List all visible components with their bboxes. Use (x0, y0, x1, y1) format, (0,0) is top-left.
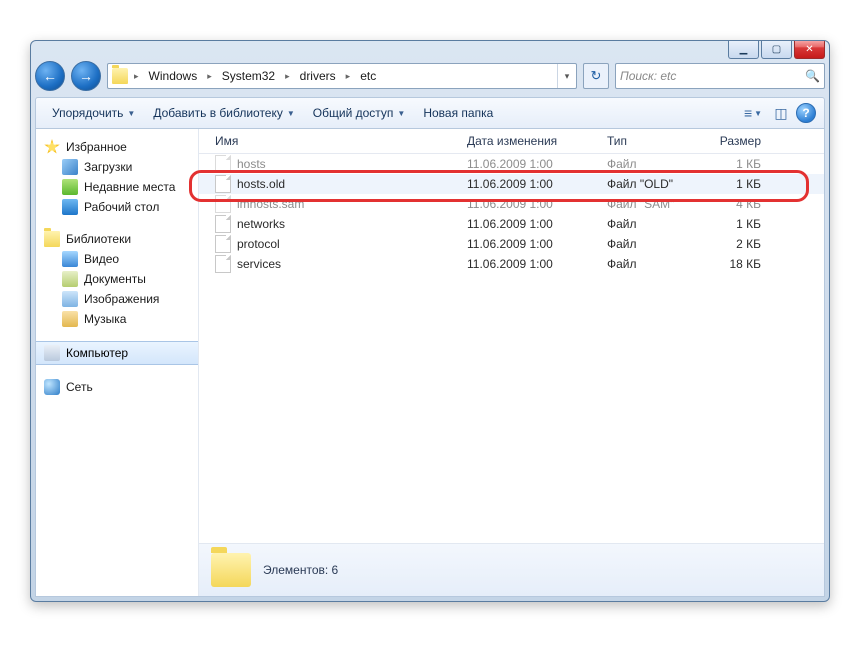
arrow-right-icon: → (79, 68, 93, 84)
new-folder-button[interactable]: Новая папка (415, 102, 501, 124)
navigation-bar: ← → ▸ Windows ▸ System32 ▸ drivers ▸ etc… (35, 59, 825, 93)
close-button[interactable]: ✕ (794, 40, 825, 59)
recent-icon (62, 179, 78, 195)
file-row[interactable]: networks 11.06.2009 1:00 Файл 1 КБ (199, 214, 824, 234)
sidebar-item-downloads[interactable]: Загрузки (36, 157, 198, 177)
arrow-left-icon: ← (43, 68, 57, 84)
chevron-right-icon: ▸ (203, 71, 216, 82)
help-icon: ? (802, 106, 809, 120)
downloads-icon (62, 159, 78, 175)
file-icon (215, 155, 231, 173)
breadcrumb-segment[interactable]: etc (354, 64, 382, 88)
search-input[interactable]: Поиск: etc 🔍 (615, 63, 825, 89)
address-dropdown[interactable]: ▾ (557, 64, 576, 88)
refresh-icon: ↻ (591, 68, 602, 84)
sidebar-item-music[interactable]: Музыка (36, 309, 198, 329)
file-row[interactable]: lmhosts.sam 11.06.2009 1:00 Файл "SAM" 4… (199, 194, 824, 214)
computer-icon (44, 345, 60, 361)
explorer-window: ▁ ▢ ✕ ← → ▸ Windows ▸ System32 ▸ drivers… (30, 40, 830, 602)
minimize-button[interactable]: ▁ (728, 40, 759, 59)
file-row[interactable]: hosts 11.06.2009 1:00 Файл 1 КБ (199, 154, 824, 174)
sidebar-item-images[interactable]: Изображения (36, 289, 198, 309)
star-icon (44, 139, 60, 155)
sidebar-item-desktop[interactable]: Рабочий стол (36, 197, 198, 217)
sidebar-libraries[interactable]: Библиотеки (36, 229, 198, 249)
organize-menu[interactable]: Упорядочить▼ (44, 102, 143, 124)
chevron-right-icon: ▸ (342, 71, 355, 82)
sidebar-item-network[interactable]: Сеть (36, 377, 198, 397)
network-icon (44, 379, 60, 395)
sidebar-item-video[interactable]: Видео (36, 249, 198, 269)
pane-icon: ◫ (774, 105, 787, 122)
help-button[interactable]: ? (796, 103, 816, 123)
chevron-down-icon: ▼ (287, 109, 295, 118)
navigation-sidebar: Избранное Загрузки Недавние места Рабочи… (36, 129, 199, 596)
chevron-right-icon: ▸ (130, 71, 143, 82)
file-row[interactable]: protocol 11.06.2009 1:00 Файл 2 КБ (199, 234, 824, 254)
sidebar-item-computer[interactable]: Компьютер (36, 341, 198, 365)
add-to-library-menu[interactable]: Добавить в библиотеку▼ (145, 102, 302, 124)
column-header-type[interactable]: Тип (599, 134, 699, 148)
address-bar[interactable]: ▸ Windows ▸ System32 ▸ drivers ▸ etc ▾ (107, 63, 577, 89)
file-rows: hosts 11.06.2009 1:00 Файл 1 КБ hosts.ol… (199, 154, 824, 543)
file-icon (215, 195, 231, 213)
images-icon (62, 291, 78, 307)
breadcrumb-segment[interactable]: Windows (143, 64, 204, 88)
toolbar: Упорядочить▼ Добавить в библиотеку▼ Общи… (35, 97, 825, 129)
elements-count: 6 (332, 563, 339, 577)
desktop-icon (62, 199, 78, 215)
view-icon: ≡ (744, 105, 752, 121)
music-icon (62, 311, 78, 327)
titlebar: ▁ ▢ ✕ (31, 41, 829, 59)
file-icon (215, 255, 231, 273)
column-header-name[interactable]: Имя (199, 134, 459, 148)
sidebar-item-documents[interactable]: Документы (36, 269, 198, 289)
library-icon (44, 231, 60, 247)
file-icon (215, 175, 231, 193)
sidebar-item-recent[interactable]: Недавние места (36, 177, 198, 197)
chevron-down-icon: ▼ (127, 109, 135, 118)
back-button[interactable]: ← (35, 61, 65, 91)
sidebar-favorites[interactable]: Избранное (36, 137, 198, 157)
preview-pane-button[interactable]: ◫ (768, 102, 794, 124)
file-icon (215, 235, 231, 253)
chevron-down-icon: ▼ (397, 109, 405, 118)
file-row[interactable]: hosts.old 11.06.2009 1:00 Файл "OLD" 1 К… (199, 174, 824, 194)
file-list-pane: Имя Дата изменения Тип Размер hosts 11.0… (199, 129, 824, 596)
video-icon (62, 251, 78, 267)
folder-icon (112, 68, 128, 84)
chevron-down-icon: ▼ (754, 109, 762, 118)
search-icon: 🔍 (805, 69, 820, 83)
chevron-right-icon: ▸ (281, 71, 294, 82)
refresh-button[interactable]: ↻ (583, 63, 609, 89)
view-options-button[interactable]: ≡▼ (740, 102, 766, 124)
column-headers: Имя Дата изменения Тип Размер (199, 129, 824, 154)
maximize-button[interactable]: ▢ (761, 40, 792, 59)
file-row[interactable]: services 11.06.2009 1:00 Файл 18 КБ (199, 254, 824, 274)
breadcrumb-segment[interactable]: drivers (294, 64, 342, 88)
documents-icon (62, 271, 78, 287)
share-menu[interactable]: Общий доступ▼ (305, 102, 414, 124)
details-pane: Элементов: 6 (199, 543, 824, 596)
folder-icon (211, 553, 251, 587)
column-header-date[interactable]: Дата изменения (459, 134, 599, 148)
search-placeholder: Поиск: etc (620, 69, 676, 83)
elements-label: Элементов: (263, 563, 328, 577)
file-icon (215, 215, 231, 233)
breadcrumb-segment[interactable]: System32 (216, 64, 281, 88)
forward-button[interactable]: → (71, 61, 101, 91)
column-header-size[interactable]: Размер (699, 134, 779, 148)
